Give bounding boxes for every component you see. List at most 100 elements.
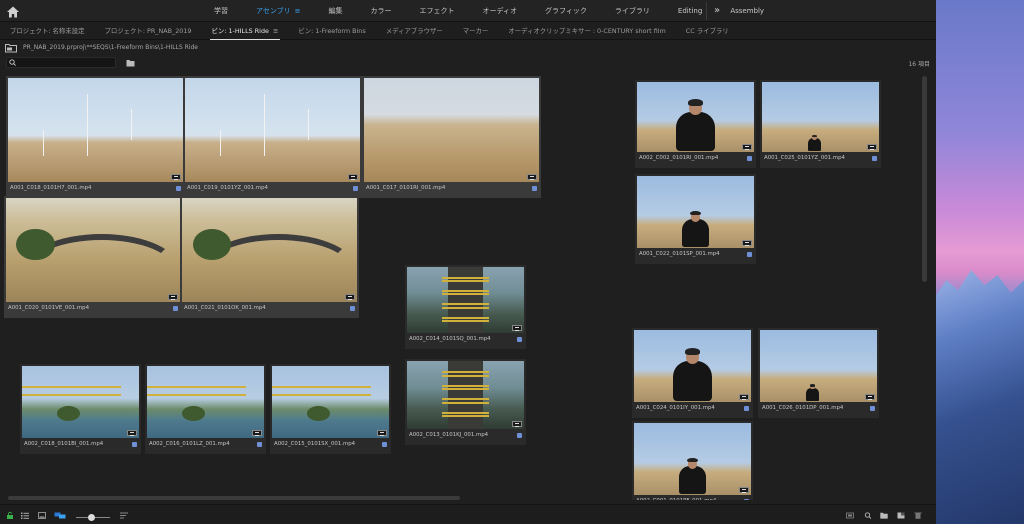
workspace-overflow-button[interactable]: » bbox=[714, 0, 720, 22]
tab-cc-libraries[interactable]: CC ライブラリ bbox=[676, 23, 739, 40]
tab-bin-freeform[interactable]: ビン: 1-Freeform Bins bbox=[288, 23, 375, 40]
clip-thumbnail[interactable] bbox=[407, 267, 524, 333]
clip-tile[interactable]: A001_C019_0101YZ_001.mp4 bbox=[183, 76, 362, 198]
tab-audio-clip-mixer[interactable]: オーディオクリップミキサー : 0-CENTURY short film bbox=[498, 23, 675, 40]
workspace-tab-label: カラー bbox=[370, 7, 392, 15]
clip-thumbnail[interactable] bbox=[407, 361, 524, 429]
lock-icon[interactable] bbox=[6, 512, 14, 519]
clip-thumbnail[interactable] bbox=[185, 78, 360, 182]
clip-label-color[interactable] bbox=[517, 337, 522, 342]
horizontal-scrollbar[interactable] bbox=[8, 496, 460, 500]
clip-label-color[interactable] bbox=[747, 156, 752, 161]
clip-tile[interactable]: A002_C015_0101SX_001.mp4 bbox=[270, 364, 391, 454]
new-item-icon[interactable] bbox=[897, 512, 905, 519]
clip-thumbnail[interactable] bbox=[147, 366, 264, 438]
find-icon[interactable] bbox=[864, 512, 872, 519]
clip-tile[interactable]: A002_C014_0101SQ_001.mp4 bbox=[405, 265, 526, 349]
new-bin-bottom-icon[interactable] bbox=[880, 512, 888, 519]
clip-label-color[interactable] bbox=[176, 186, 181, 191]
search-input[interactable] bbox=[6, 57, 116, 68]
clip-thumbnail[interactable] bbox=[634, 330, 751, 402]
clip-label-color[interactable] bbox=[747, 252, 752, 257]
freeform-view-icon[interactable] bbox=[54, 512, 66, 519]
clip-thumbnail[interactable] bbox=[760, 330, 877, 402]
clip-name: A002_C015_0101SX_001.mp4 bbox=[274, 441, 356, 447]
clip-label-color[interactable] bbox=[872, 156, 877, 161]
clip-tile[interactable]: A001_C026_0101DP_001.mp4 bbox=[758, 328, 879, 418]
clip-tile[interactable]: A001_C021_0101OK_001.mp4 bbox=[180, 196, 359, 318]
clip-thumbnail[interactable] bbox=[272, 366, 389, 438]
clip-thumbnail[interactable] bbox=[8, 78, 183, 182]
tab-label: マーカー bbox=[462, 26, 489, 35]
workspace-tab-label: 編集 bbox=[328, 7, 343, 15]
clip-thumbnail[interactable] bbox=[364, 78, 539, 182]
new-bin-icon[interactable] bbox=[126, 59, 135, 67]
home-button[interactable] bbox=[6, 4, 20, 18]
clip-label-color[interactable] bbox=[382, 442, 387, 447]
cyclist-helmet bbox=[690, 210, 701, 216]
workspace-tab-assembly[interactable]: Assembly bbox=[716, 0, 778, 22]
workspace-tab-edit[interactable]: 編集 bbox=[315, 0, 357, 22]
clip-tile[interactable]: A001_C022_0101SP_001.mp4 bbox=[635, 174, 756, 264]
workspace-tab-color[interactable]: カラー bbox=[357, 0, 406, 22]
automate-to-sequence-icon[interactable] bbox=[846, 512, 854, 519]
bridge-truss bbox=[442, 384, 489, 391]
clip-tile[interactable]: A001_C024_0101IY_001.mp4 bbox=[632, 328, 753, 418]
bin-folder-icon[interactable] bbox=[5, 43, 17, 53]
cyclist bbox=[676, 112, 715, 151]
clip-tile[interactable]: A001_C018_0101H7_001.mp4 bbox=[6, 76, 185, 198]
clip-label-color[interactable] bbox=[870, 406, 875, 411]
clip-thumbnail[interactable] bbox=[637, 176, 754, 248]
clip-label-color[interactable] bbox=[744, 499, 749, 500]
list-view-icon[interactable] bbox=[21, 512, 29, 519]
clip-tile[interactable]: A002_C018_0101BI_001.mp4 bbox=[20, 364, 141, 454]
clip-tile[interactable]: A002_C013_0101KJ_001.mp4 bbox=[405, 359, 526, 445]
panel-menu-icon[interactable]: ≡ bbox=[273, 27, 278, 35]
clip-label-color[interactable] bbox=[257, 442, 262, 447]
clip-thumbnail[interactable] bbox=[22, 366, 139, 438]
clip-label-color[interactable] bbox=[350, 306, 355, 311]
clip-thumbnail[interactable] bbox=[762, 82, 879, 152]
workspace-tab-graphics[interactable]: グラフィック bbox=[531, 0, 601, 22]
tab-project-untitled[interactable]: プロジェクト: 名称未設定 bbox=[0, 23, 94, 40]
clip-tile[interactable]: A002_C002_0101RI_001.mp4 bbox=[635, 80, 756, 168]
clip-tile[interactable]: A002_C016_0101LZ_001.mp4 bbox=[145, 364, 266, 454]
clip-tile[interactable]: A001_C020_0101VE_001.mp4 bbox=[4, 196, 182, 318]
clip-label-color[interactable] bbox=[132, 442, 137, 447]
vertical-scrollbar[interactable] bbox=[922, 76, 927, 282]
trash-icon[interactable] bbox=[914, 512, 922, 519]
icon-view-icon[interactable] bbox=[38, 512, 46, 519]
tab-media-browser[interactable]: メディアブラウザー bbox=[376, 23, 453, 40]
sort-icon[interactable] bbox=[120, 512, 128, 519]
zoom-slider-thumb[interactable] bbox=[88, 514, 95, 521]
workspace-tab-editing[interactable]: Editing bbox=[664, 0, 716, 22]
tab-bin-hills-ride[interactable]: ビン: 1-HILLS Ride ≡ bbox=[202, 23, 289, 40]
workspace-tab-learn[interactable]: 学習 bbox=[200, 0, 242, 22]
clip-type-icon bbox=[512, 421, 522, 427]
clip-tile[interactable]: A001_C025_0101YZ_001.mp4 bbox=[760, 80, 881, 168]
workspace-tab-label: エフェクト bbox=[419, 7, 455, 15]
clip-tile[interactable]: A001_C017_0101RI_001.mp4 bbox=[362, 76, 541, 198]
clip-thumbnail[interactable] bbox=[6, 198, 180, 302]
clip-thumbnail[interactable] bbox=[634, 423, 751, 495]
clip-label-color[interactable] bbox=[173, 306, 178, 311]
freeform-canvas[interactable]: A001_C018_0101H7_001.mp4 A001_C019_0101YZ… bbox=[0, 72, 928, 500]
clip-label-color[interactable] bbox=[532, 186, 537, 191]
bridge-truss bbox=[147, 386, 247, 397]
tab-markers[interactable]: マーカー bbox=[453, 23, 499, 40]
clip-label-color[interactable] bbox=[517, 433, 522, 438]
workspace-tab-libraries[interactable]: ライブラリ bbox=[601, 0, 664, 22]
clip-tile[interactable]: A002_C001_0101PF_001.mp4 bbox=[632, 421, 753, 500]
tab-menu-icon[interactable]: ≡ bbox=[295, 7, 301, 15]
workspace-tab-audio[interactable]: オーディオ bbox=[469, 0, 532, 22]
workspace-tab-assembly-jp[interactable]: アセンブリ ≡ bbox=[242, 0, 315, 22]
clip-thumbnail[interactable] bbox=[637, 82, 754, 152]
clip-thumbnail[interactable] bbox=[182, 198, 357, 302]
tab-project-pr-nab[interactable]: プロジェクト: PR_NAB_2019 bbox=[94, 23, 201, 40]
workspace-tab-effects[interactable]: エフェクト bbox=[406, 0, 469, 22]
tree bbox=[182, 405, 206, 422]
clip-label-color[interactable] bbox=[353, 186, 358, 191]
workspace-tab-label: アセンブリ bbox=[256, 7, 291, 15]
clip-label-color[interactable] bbox=[744, 406, 749, 411]
clip-type-icon bbox=[742, 240, 752, 246]
